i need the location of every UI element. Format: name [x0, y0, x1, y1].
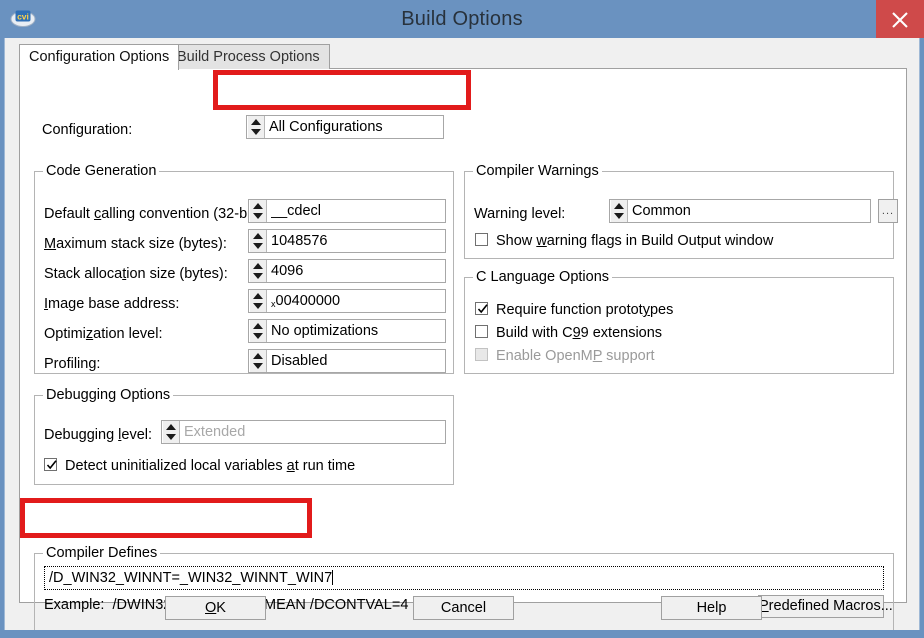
label-build-with-c99-extensions: Build with C99 extensions — [496, 325, 663, 341]
debugging-level-select: Extended — [161, 420, 446, 444]
spinner-arrows-icon[interactable] — [250, 230, 267, 252]
checkbox-enable-openmp-support — [475, 348, 488, 361]
spinner-arrows-icon[interactable] — [250, 200, 267, 222]
tab-build-process-options[interactable]: Build Process Options — [167, 44, 330, 69]
profiling-value: Disabled — [271, 353, 328, 369]
warning-level-select[interactable]: Common — [609, 199, 871, 223]
image-base-address-field[interactable]: x00400000 — [248, 289, 446, 313]
stack-allocation-size-spinner[interactable]: 4096 — [248, 259, 446, 283]
label-stack-allocation-size: Stack allocation size (bytes): — [44, 266, 228, 282]
label-profiling: Profiling: — [44, 356, 101, 372]
checkbox-show-warning-flags[interactable] — [475, 233, 488, 246]
group-title: Compiler Defines — [43, 545, 161, 561]
image-base-address-value: x00400000 — [271, 293, 341, 309]
group-title: Code Generation — [43, 163, 160, 179]
window-bottom-border — [0, 630, 924, 638]
build-options-dialog: cvi Build Options Configuration Options … — [0, 0, 924, 638]
group-title: Debugging Options — [43, 387, 174, 403]
title-bar: cvi Build Options — [0, 0, 924, 38]
predefined-macros-label: Predefined Macros... — [759, 598, 893, 614]
close-icon — [892, 12, 908, 28]
configuration-select[interactable]: All Configurations — [246, 115, 444, 139]
label-default-calling-convention: Default calling convention (32-bit): — [44, 206, 264, 222]
help-button[interactable]: Help — [661, 596, 762, 620]
cancel-button[interactable]: Cancel — [413, 596, 514, 620]
default-calling-convention-select[interactable]: __cdecl — [248, 199, 446, 223]
ok-button[interactable]: OK — [165, 596, 266, 620]
tab-page-configuration-options: Configuration: All Configurations Code G… — [19, 68, 907, 638]
debugging-level-value: Extended — [184, 424, 246, 440]
cancel-label: Cancel — [440, 600, 487, 616]
spinner-arrows-icon[interactable] — [250, 260, 267, 282]
configuration-label: Configuration: — [42, 122, 133, 138]
group-title: Compiler Warnings — [473, 163, 602, 179]
page-title: Build Options — [401, 8, 523, 30]
predefined-macros-button[interactable]: Predefined Macros... — [758, 595, 893, 618]
optimization-level-value: No optimizations — [271, 323, 379, 339]
hex-prefix: x — [271, 299, 276, 309]
compiler-defines-value: /D_WIN32_WINNT=_WIN32_WINNT_WIN7 — [49, 570, 333, 586]
label-detect-uninitialized-locals: Detect uninitialized local variables at … — [65, 458, 356, 474]
spinner-arrows-icon[interactable] — [250, 320, 267, 342]
profiling-select[interactable]: Disabled — [248, 349, 446, 373]
tab-label: Build Process Options — [177, 49, 320, 65]
tab-label: Configuration Options — [29, 49, 170, 65]
check-icon — [46, 460, 57, 470]
label-optimization-level: Optimization level: — [44, 326, 163, 342]
text-cursor — [332, 570, 334, 585]
spinner-arrows-icon[interactable] — [250, 350, 267, 372]
label-image-base-address: Image base address: — [44, 296, 180, 312]
label-warning-level: Warning level: — [474, 206, 566, 222]
configuration-value: All Configurations — [269, 119, 383, 135]
label-debugging-level: Debugging level: — [44, 427, 153, 443]
spinner-arrows-icon — [163, 421, 180, 443]
check-icon — [477, 304, 488, 314]
warning-level-browse-button[interactable]: ... — [878, 199, 898, 223]
warning-level-value: Common — [632, 203, 691, 219]
dialog-body: Configuration Options Build Process Opti… — [4, 38, 920, 638]
checkbox-build-with-c99-extensions[interactable] — [475, 325, 488, 338]
spinner-arrows-icon[interactable] — [250, 290, 267, 312]
label-maximum-stack-size: Maximum stack size (bytes): — [44, 236, 227, 252]
label-require-function-prototypes: Require function prototypes — [496, 302, 674, 318]
stack-allocation-size-value: 4096 — [271, 263, 304, 279]
maximum-stack-size-spinner[interactable]: 1048576 — [248, 229, 446, 253]
tab-strip: Configuration Options Build Process Opti… — [19, 44, 907, 70]
label-show-warning-flags: Show warning flags in Build Output windo… — [496, 233, 774, 249]
tab-configuration-options[interactable]: Configuration Options — [19, 44, 180, 70]
checkbox-detect-uninitialized-locals[interactable] — [44, 458, 57, 471]
compiler-defines-input[interactable]: /D_WIN32_WINNT=_WIN32_WINNT_WIN7 — [44, 566, 884, 590]
ok-label: OK — [205, 600, 226, 616]
maximum-stack-size-value: 1048576 — [271, 233, 328, 249]
spinner-arrows-icon[interactable] — [611, 200, 628, 222]
spinner-arrows-icon[interactable] — [248, 116, 265, 138]
close-button[interactable] — [876, 0, 924, 38]
checkbox-require-function-prototypes[interactable] — [475, 302, 488, 315]
group-title: C Language Options — [473, 269, 613, 285]
optimization-level-select[interactable]: No optimizations — [248, 319, 446, 343]
label-enable-openmp-support: Enable OpenMP support — [496, 348, 655, 364]
help-label: Help — [696, 600, 727, 616]
default-calling-convention-value: __cdecl — [271, 203, 321, 219]
